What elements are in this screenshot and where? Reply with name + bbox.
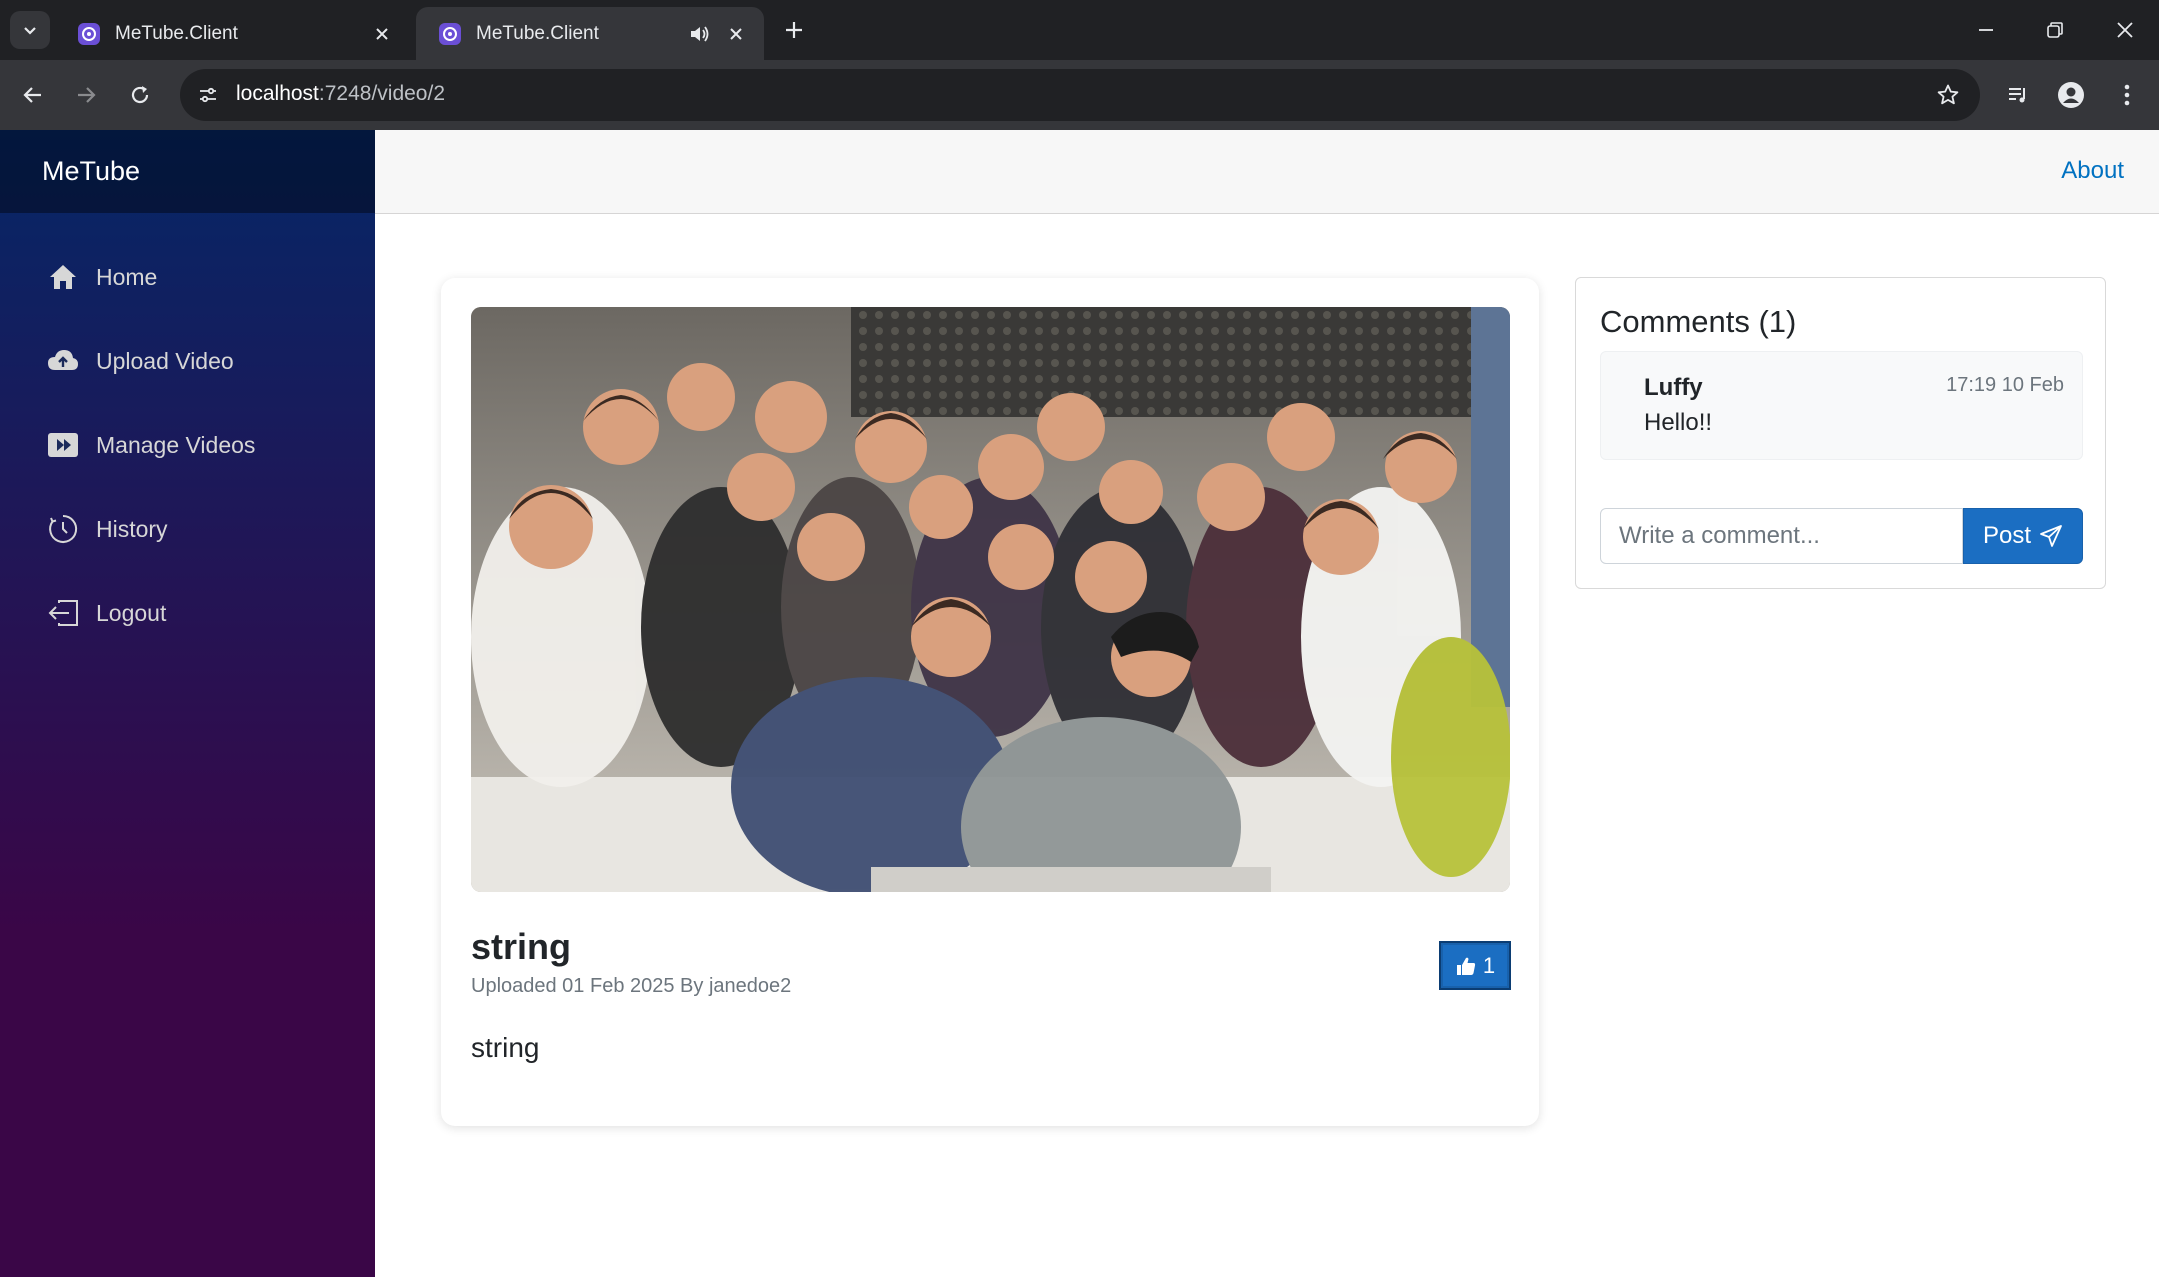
url-text: localhost:7248/video/2 <box>236 82 445 106</box>
forward-icon <box>78 87 96 103</box>
brand-row: MeTube <box>0 130 375 213</box>
close-icon <box>376 27 388 40</box>
sidebar-item-manage-videos[interactable]: Manage Videos <box>0 403 375 487</box>
url-path: :7248/video/2 <box>318 82 445 105</box>
favicon-icon <box>439 22 461 45</box>
restore-button[interactable] <box>2037 14 2073 46</box>
site-info-button[interactable] <box>190 77 226 113</box>
media-controls-button[interactable] <box>1999 76 2037 114</box>
browser-toolbar: localhost:7248/video/2 <box>0 60 2159 130</box>
comment-timestamp: 17:19 10 Feb <box>1946 374 2064 396</box>
audio-icon[interactable] <box>688 23 710 45</box>
comment-item: Luffy 17:19 10 Feb Hello!! <box>1600 351 2083 460</box>
sidebar-item-history[interactable]: History <box>0 487 375 571</box>
video-meta: Uploaded 01 Feb 2025 By janedoe2 <box>471 975 792 997</box>
video-player[interactable] <box>471 307 1510 892</box>
tab-title: MeTube.Client <box>476 22 599 44</box>
browser-tab-2[interactable]: MeTube.Client <box>416 7 764 60</box>
post-button-label: Post <box>1982 522 2032 549</box>
plus-icon <box>786 22 802 38</box>
video-description: string <box>471 1032 540 1063</box>
minimize-icon <box>1979 29 1993 31</box>
sidebar-item-upload-video[interactable]: Upload Video <box>0 319 375 403</box>
site-info-icon <box>200 87 216 103</box>
sidebar-nav: Home Upload Video Manage Videos History … <box>0 213 375 655</box>
close-icon <box>2117 22 2133 38</box>
close-icon <box>730 27 742 40</box>
logout-icon <box>46 596 80 630</box>
comment-author: Luffy <box>1644 374 1703 401</box>
send-icon <box>2040 525 2062 547</box>
close-tab-button[interactable] <box>370 22 394 46</box>
reload-button[interactable] <box>120 75 160 115</box>
profile-button[interactable] <box>2052 76 2090 114</box>
back-icon <box>23 87 41 103</box>
like-button[interactable]: 1 <box>1441 943 1509 988</box>
profile-icon <box>2058 82 2084 108</box>
sidebar-item-label: Manage Videos <box>96 431 256 458</box>
restore-icon <box>2047 22 2063 38</box>
reload-icon <box>131 86 149 104</box>
comment-input[interactable] <box>1600 508 1963 564</box>
video-icon <box>46 428 80 462</box>
favicon-icon <box>78 22 100 45</box>
sidebar-item-label: Upload Video <box>96 347 234 374</box>
sidebar-item-logout[interactable]: Logout <box>0 571 375 655</box>
home-icon <box>46 260 80 294</box>
tab-title: MeTube.Client <box>115 22 238 44</box>
browser-menu-button[interactable] <box>2108 76 2146 114</box>
comments-title: Comments (1) <box>1600 304 1797 339</box>
close-tab-button[interactable] <box>724 22 748 46</box>
minimize-button[interactable] <box>1968 14 2004 46</box>
video-card: string Uploaded 01 Feb 2025 By janedoe2 … <box>441 278 1539 1126</box>
menu-icon <box>2124 84 2130 106</box>
comment-text: Hello!! <box>1644 409 1713 436</box>
close-window-button[interactable] <box>2107 14 2143 46</box>
star-icon <box>1937 84 1959 105</box>
top-row: About <box>375 130 2159 214</box>
forward-button[interactable] <box>66 75 106 115</box>
media-controls-icon <box>2009 88 2025 103</box>
sidebar-item-label: History <box>96 515 168 542</box>
sidebar: MeTube Home Upload Video Manage Videos H… <box>0 130 375 1277</box>
sidebar-item-home[interactable]: Home <box>0 235 375 319</box>
video-title: string <box>471 926 572 967</box>
bookmark-button[interactable] <box>1934 81 1962 109</box>
tab-list-button[interactable] <box>10 11 50 49</box>
address-bar[interactable]: localhost:7248/video/2 <box>180 69 1980 121</box>
new-tab-button[interactable] <box>778 14 810 46</box>
url-host: localhost <box>236 82 319 105</box>
browser-tab-1[interactable]: MeTube.Client <box>55 7 410 60</box>
clock-icon <box>46 512 80 546</box>
comments-card: Comments (1) Luffy 17:19 10 Feb Hello!! … <box>1575 277 2106 589</box>
browser-tab-bar: MeTube.Client MeTube.Client <box>0 0 2159 60</box>
back-button[interactable] <box>13 75 53 115</box>
thumbs-up-icon <box>1456 957 1475 975</box>
sidebar-item-label: Home <box>96 263 158 290</box>
like-count: 1 <box>1482 952 1496 978</box>
cloud-upload-icon <box>46 344 80 378</box>
post-comment-button[interactable]: Post <box>1963 508 2083 564</box>
sidebar-item-label: Logout <box>96 599 167 626</box>
tab-list-icon <box>24 27 36 35</box>
about-link[interactable]: About <box>2061 157 2124 185</box>
video-thumbnail <box>471 307 1510 892</box>
brand-link[interactable]: MeTube <box>42 156 140 187</box>
